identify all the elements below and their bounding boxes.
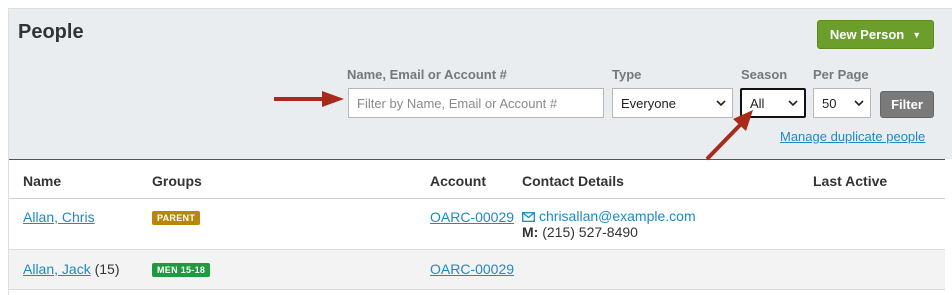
person-name-link[interactable]: Allan, Chris — [23, 209, 95, 225]
group-badge: MEN 15-18 — [152, 263, 211, 277]
per-page-value: 50 — [822, 95, 837, 111]
page-title: People — [18, 21, 84, 43]
account-link[interactable]: OARC-00029 — [430, 261, 514, 277]
new-person-button[interactable]: New Person ▼ — [817, 20, 934, 49]
table-header: Name Groups Account Contact Details Last… — [9, 159, 945, 199]
search-label: Name, Email or Account # — [347, 67, 507, 82]
new-person-label: New Person — [829, 27, 905, 42]
chevron-down-icon — [854, 100, 864, 107]
contact-phone: M: (215) 527-8490 — [522, 224, 638, 240]
person-age: (15) — [94, 261, 120, 277]
search-input[interactable] — [348, 88, 604, 118]
phone-label: M: — [522, 224, 539, 240]
email-text[interactable]: chrisallan@example.com — [539, 208, 696, 224]
chevron-down-icon — [716, 100, 726, 107]
mail-icon — [522, 212, 535, 222]
type-select[interactable]: Everyone — [612, 88, 733, 118]
season-label: Season — [741, 67, 788, 82]
column-header-last-active[interactable]: Last Active — [813, 173, 887, 189]
filter-button[interactable]: Filter — [880, 91, 934, 118]
person-name-link[interactable]: Allan, Jack — [23, 261, 91, 277]
per-page-label: Per Page — [813, 67, 869, 82]
account-link[interactable]: OARC-00029 — [430, 209, 514, 225]
group-badge: PARENT — [152, 211, 201, 225]
type-value: Everyone — [621, 95, 676, 111]
type-label: Type — [612, 67, 642, 82]
manage-duplicates-link[interactable]: Manage duplicate people — [780, 129, 925, 144]
table-row: Allan, Chris PARENT OARC-00029 chrisalla… — [9, 199, 945, 250]
people-panel: People New Person ▼ Name, Email or Accou… — [8, 8, 952, 295]
caret-down-icon: ▼ — [912, 29, 922, 40]
season-select[interactable]: All — [740, 88, 806, 118]
person-name: Allan, Jack (15) — [23, 261, 120, 277]
column-header-contact[interactable]: Contact Details — [522, 173, 624, 189]
column-header-name[interactable]: Name — [23, 173, 61, 189]
season-value: All — [750, 95, 765, 111]
chevron-down-icon — [788, 100, 798, 107]
contact-email[interactable]: chrisallan@example.com — [522, 208, 696, 224]
phone-text: (215) 527-8490 — [542, 224, 638, 240]
column-header-account[interactable]: Account — [430, 173, 486, 189]
table-row: Allan, Jack (15) MEN 15-18 OARC-00029 — [9, 250, 945, 290]
filter-bar: People New Person ▼ Name, Email or Accou… — [9, 9, 952, 159]
column-header-groups[interactable]: Groups — [152, 173, 202, 189]
per-page-select[interactable]: 50 — [813, 88, 871, 118]
